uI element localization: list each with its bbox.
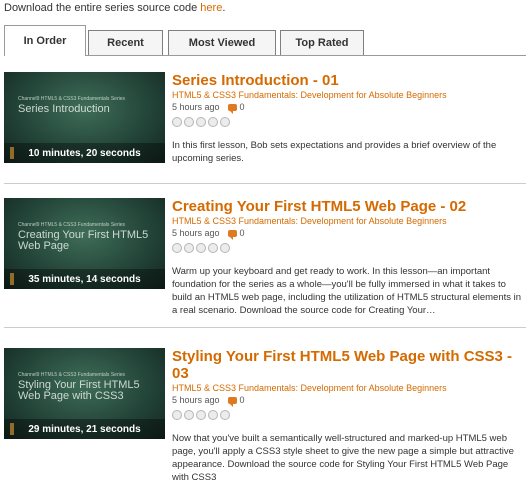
- episode-title-link[interactable]: Creating Your First HTML5 Web Page - 02: [172, 198, 524, 215]
- thumbnail-series-text: Channel9 HTML5 & CSS3 Fundamentals Serie…: [18, 372, 125, 378]
- episode-item: Channel9 HTML5 & CSS3 Fundamentals Serie…: [4, 198, 526, 328]
- episode-meta: 5 hours ago 0: [172, 102, 524, 114]
- episode-duration: 10 minutes, 20 seconds: [4, 143, 165, 163]
- episode-description: In this first lesson, Bob sets expectati…: [172, 140, 497, 164]
- comment-count[interactable]: 0: [240, 228, 245, 239]
- series-link[interactable]: HTML5 & CSS3 Fundamentals: Development f…: [172, 383, 524, 394]
- download-source-line: Download the entire series source code h…: [4, 2, 225, 14]
- episode-duration: 29 minutes, 21 seconds: [4, 419, 165, 439]
- episode-description: Warm up your keyboard and get ready to w…: [172, 266, 522, 316]
- episode-item: Channel9 HTML5 & CSS3 Fundamentals Serie…: [4, 348, 526, 480]
- star-icon[interactable]: [184, 410, 194, 420]
- episode-thumbnail[interactable]: Channel9 HTML5 & CSS3 Fundamentals Serie…: [4, 72, 165, 163]
- star-icon[interactable]: [196, 117, 206, 127]
- download-here-link[interactable]: here: [200, 2, 222, 14]
- rating-stars: [172, 117, 524, 127]
- thumbnail-title: Styling Your First HTML5 Web Page with C…: [18, 379, 140, 402]
- comment-icon[interactable]: [227, 397, 237, 407]
- star-icon[interactable]: [184, 117, 194, 127]
- episode-info: Series Introduction - 01 HTML5 & CSS3 Fu…: [172, 72, 524, 165]
- star-icon[interactable]: [208, 243, 218, 253]
- comment-count[interactable]: 0: [240, 395, 245, 406]
- series-link[interactable]: HTML5 & CSS3 Fundamentals: Development f…: [172, 90, 524, 101]
- posted-time: 5 hours ago: [172, 395, 220, 405]
- star-icon[interactable]: [172, 410, 182, 420]
- episode-info: Creating Your First HTML5 Web Page - 02 …: [172, 198, 524, 317]
- rating-stars: [172, 410, 524, 420]
- star-icon[interactable]: [220, 117, 230, 127]
- tab-most-viewed[interactable]: Most Viewed: [168, 30, 276, 55]
- star-icon[interactable]: [196, 410, 206, 420]
- download-text: Download the entire series source code: [4, 2, 198, 14]
- thumbnail-series-text: Channel9 HTML5 & CSS3 Fundamentals Serie…: [18, 222, 125, 228]
- episode-info: Styling Your First HTML5 Web Page with C…: [172, 348, 524, 480]
- comment-icon[interactable]: [227, 230, 237, 240]
- download-suffix: .: [222, 2, 226, 14]
- sort-tabs: In Order Recent Most Viewed Top Rated: [4, 25, 526, 56]
- star-icon[interactable]: [208, 117, 218, 127]
- series-link[interactable]: HTML5 & CSS3 Fundamentals: Development f…: [172, 216, 524, 227]
- episode-meta: 5 hours ago 0: [172, 228, 524, 240]
- episode-description: Now that you've built a semantically wel…: [172, 433, 514, 480]
- posted-time: 5 hours ago: [172, 228, 220, 238]
- thumbnail-series-text: Channel9 HTML5 & CSS3 Fundamentals Serie…: [18, 96, 125, 102]
- star-icon[interactable]: [208, 410, 218, 420]
- star-icon[interactable]: [184, 243, 194, 253]
- thumbnail-title: Series Introduction: [18, 103, 110, 115]
- thumbnail-title: Creating Your First HTML5 Web Page: [18, 229, 149, 252]
- episode-thumbnail[interactable]: Channel9 HTML5 & CSS3 Fundamentals Serie…: [4, 198, 165, 289]
- comment-icon[interactable]: [227, 104, 237, 114]
- star-icon[interactable]: [220, 243, 230, 253]
- tab-in-order[interactable]: In Order: [4, 25, 86, 56]
- tab-recent[interactable]: Recent: [88, 30, 163, 55]
- star-icon[interactable]: [172, 117, 182, 127]
- episode-thumbnail[interactable]: Channel9 HTML5 & CSS3 Fundamentals Serie…: [4, 348, 165, 439]
- episode-meta: 5 hours ago 0: [172, 395, 524, 407]
- episode-title-link[interactable]: Series Introduction - 01: [172, 72, 524, 89]
- episode-item: Channel9 HTML5 & CSS3 Fundamentals Serie…: [4, 72, 526, 172]
- episode-duration: 35 minutes, 14 seconds: [4, 269, 165, 289]
- star-icon[interactable]: [196, 243, 206, 253]
- star-icon[interactable]: [172, 243, 182, 253]
- episode-title-link[interactable]: Styling Your First HTML5 Web Page with C…: [172, 348, 524, 382]
- divider: [4, 327, 526, 328]
- rating-stars: [172, 243, 524, 253]
- divider: [4, 183, 526, 184]
- star-icon[interactable]: [220, 410, 230, 420]
- posted-time: 5 hours ago: [172, 102, 220, 112]
- tab-top-rated[interactable]: Top Rated: [280, 30, 364, 55]
- episode-list-page: Download the entire series source code h…: [0, 0, 530, 480]
- comment-count[interactable]: 0: [240, 102, 245, 113]
